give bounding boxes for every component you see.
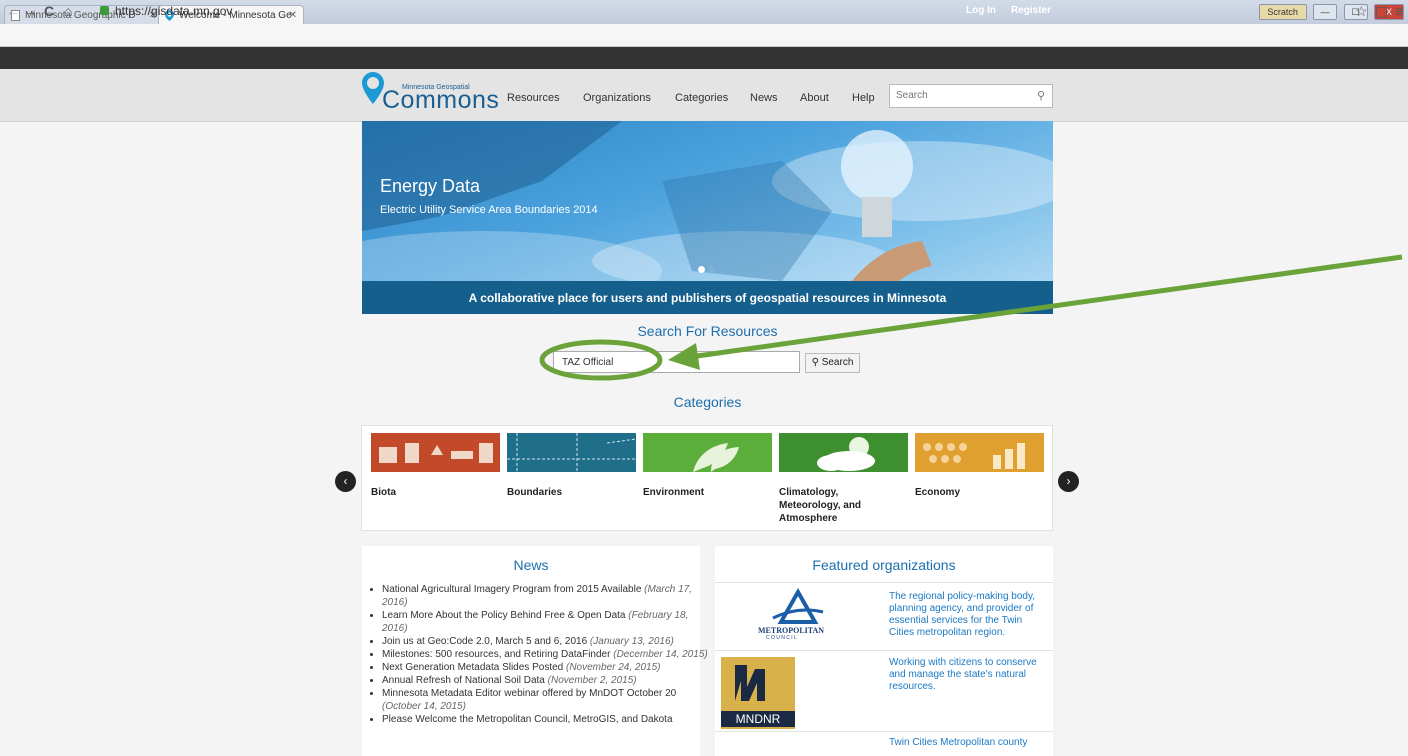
list-item[interactable]: Milestones: 500 resources, and Retiring … — [382, 648, 712, 661]
list-item[interactable]: Learn More About the Policy Behind Free … — [382, 609, 712, 635]
resource-search — [553, 351, 800, 373]
news-link[interactable]: Please Welcome the Metropolitan Council,… — [382, 714, 673, 725]
profile-button[interactable]: Scratch — [1258, 4, 1307, 20]
lock-icon — [100, 6, 109, 15]
close-icon[interactable]: ✕ — [289, 6, 297, 25]
carousel-next-button[interactable]: › — [1058, 471, 1079, 492]
news-link[interactable]: Learn More About the Policy Behind Free … — [382, 610, 625, 621]
resource-search-button[interactable]: ⚲ Search — [805, 353, 860, 373]
news-date: (November 24, 2015) — [566, 662, 661, 673]
category-label-biota[interactable]: Biota — [371, 486, 491, 499]
url-field[interactable]: https://gisdata.mn.gov — [115, 3, 232, 19]
news-list: National Agricultural Imagery Program fr… — [370, 583, 712, 726]
list-item[interactable]: Minnesota Metadata Editor webinar offere… — [382, 687, 712, 713]
resource-search-input[interactable] — [554, 352, 800, 373]
star-icon[interactable]: ☆ — [1355, 3, 1368, 19]
search-icon[interactable]: ⚲ — [1037, 89, 1045, 102]
category-label-economy[interactable]: Economy — [915, 486, 1035, 499]
county-description[interactable]: Twin Cities Metropolitan county — [889, 737, 1049, 749]
mndnr-logo-graphic — [735, 665, 765, 701]
login-link[interactable]: Log In — [966, 4, 996, 18]
nav-news[interactable]: News — [750, 91, 778, 105]
news-date: (January 13, 2016) — [589, 636, 674, 647]
biota-tile[interactable] — [371, 433, 500, 472]
search-section-title: Search For Resources — [637, 323, 778, 339]
news-title: News — [513, 557, 549, 573]
menu-icon[interactable]: ≡ — [1395, 3, 1403, 19]
news-link[interactable]: National Agricultural Imagery Program fr… — [382, 584, 641, 595]
boundaries-tile[interactable] — [507, 433, 636, 472]
category-label-climatology[interactable]: Climatology, Meteorology, and Atmosphere — [779, 486, 879, 525]
news-date: (December 14, 2015) — [613, 649, 708, 660]
carousel-dot-2[interactable] — [708, 266, 715, 273]
hero-subtitle: Electric Utility Service Area Boundaries… — [380, 204, 598, 216]
news-link[interactable]: Annual Refresh of National Soil Data — [382, 675, 545, 686]
carousel-prev-button[interactable]: ‹ — [335, 471, 356, 492]
hero-title: Energy Data — [380, 176, 481, 196]
featured-title: Featured organizations — [812, 557, 956, 573]
list-item[interactable]: Please Welcome the Metropolitan Council,… — [382, 713, 712, 726]
divider — [715, 582, 1053, 583]
back-icon[interactable]: ← — [6, 3, 20, 19]
news-date: (November 2, 2015) — [547, 675, 637, 686]
register-link[interactable]: Register — [1011, 4, 1051, 18]
reload-icon[interactable]: C — [44, 3, 54, 19]
nav-about[interactable]: About — [800, 91, 829, 105]
divider — [715, 731, 1053, 732]
minimize-button[interactable]: — — [1313, 4, 1338, 20]
search-button-label: Search — [821, 357, 854, 368]
metropolitan-description[interactable]: The regional policy-making body, plannin… — [889, 591, 1049, 639]
carousel-dot-1[interactable] — [698, 266, 705, 273]
mndnr-logo[interactable]: MNDNR — [721, 657, 795, 729]
logo-pin-icon[interactable] — [362, 72, 384, 104]
environment-tile[interactable] — [643, 433, 772, 472]
categories-title: Categories — [673, 394, 742, 410]
hero-tagline: A collaborative place for users and publ… — [468, 291, 947, 305]
news-link[interactable]: Milestones: 500 resources, and Retiring … — [382, 649, 610, 660]
mndnr-logo-text: MNDNR — [721, 711, 795, 727]
header-search: ⚲ — [889, 84, 1053, 108]
address-bar — [0, 24, 1408, 47]
list-item[interactable]: Join us at Geo:Code 2.0, March 5 and 6, … — [382, 635, 712, 648]
site-top-bar — [0, 47, 1408, 69]
divider — [715, 650, 1053, 651]
news-link[interactable]: Minnesota Metadata Editor webinar offere… — [382, 688, 676, 699]
metropolitan-logo-sub: C O U N C I L — [766, 635, 797, 641]
nav-help[interactable]: Help — [852, 91, 875, 105]
nav-resources[interactable]: Resources — [507, 91, 560, 105]
search-icon: ⚲ — [811, 357, 819, 368]
news-link[interactable]: Join us at Geo:Code 2.0, March 5 and 6, … — [382, 636, 587, 647]
header-search-input[interactable] — [890, 85, 1032, 106]
category-label-boundaries[interactable]: Boundaries — [507, 486, 627, 499]
home-icon[interactable]: ⌂ — [64, 3, 72, 19]
climatology-tile[interactable] — [779, 433, 908, 472]
nav-categories[interactable]: Categories — [675, 91, 728, 105]
economy-tile[interactable] — [915, 433, 1044, 472]
list-item[interactable]: Annual Refresh of National Soil Data (No… — [382, 674, 712, 687]
news-date: (October 14, 2015) — [382, 701, 466, 712]
logo-text[interactable]: Commons — [382, 86, 499, 114]
list-item[interactable]: Next Generation Metadata Slides Posted (… — [382, 661, 712, 674]
forward-icon[interactable]: → — [24, 3, 38, 19]
metropolitan-logo-text: METROPOLITAN — [758, 626, 825, 635]
mndnr-description[interactable]: Working with citizens to conserve and ma… — [889, 657, 1049, 693]
category-label-environment[interactable]: Environment — [643, 486, 763, 499]
news-link[interactable]: Next Generation Metadata Slides Posted — [382, 662, 563, 673]
list-item[interactable]: National Agricultural Imagery Program fr… — [382, 583, 712, 609]
extension-icon[interactable]: ▢ — [1375, 3, 1388, 19]
nav-organizations[interactable]: Organizations — [583, 91, 651, 105]
